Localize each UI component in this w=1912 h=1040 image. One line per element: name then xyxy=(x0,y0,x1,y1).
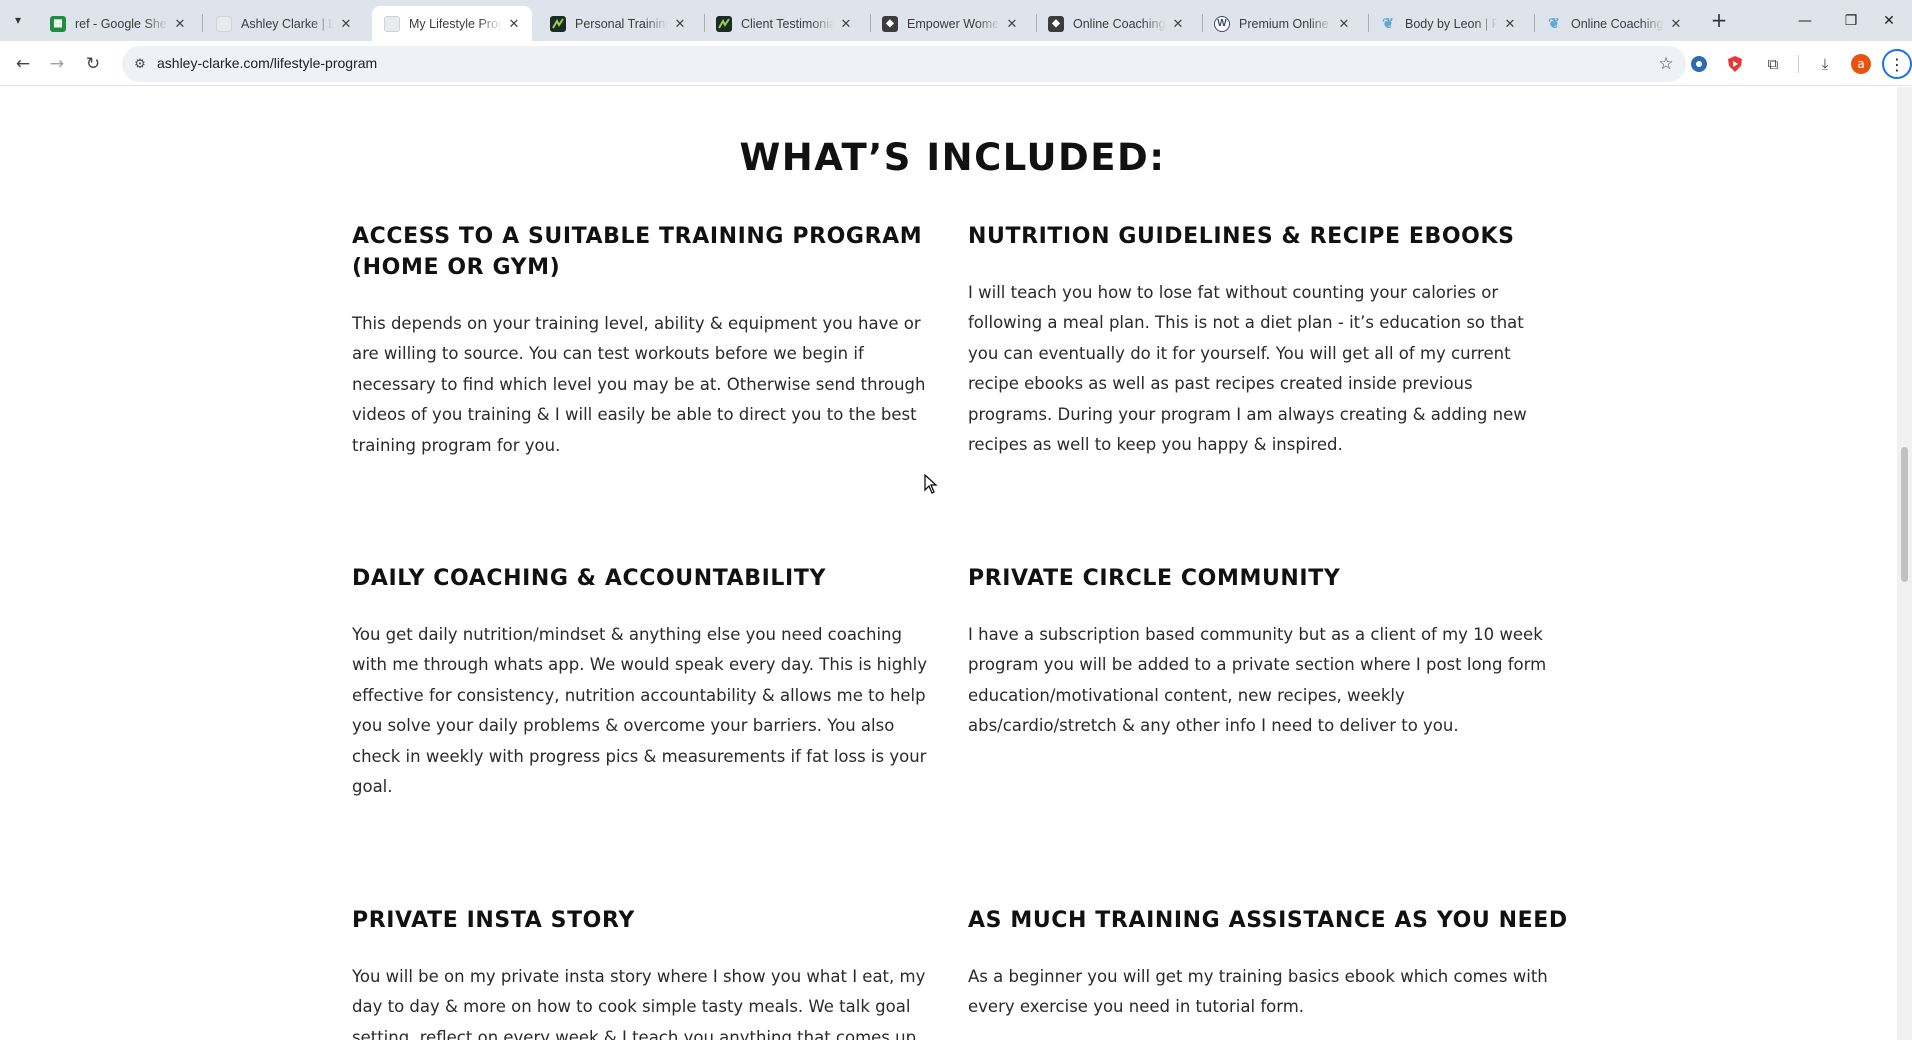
feature-nutrition-guidelines: NUTRITION GUIDELINES & RECIPE EBOOKS I w… xyxy=(968,221,1558,460)
tab-client-testimonials[interactable]: Client Testimonials ✕ xyxy=(704,6,864,41)
feature-daily-coaching: DAILY COACHING & ACCOUNTABILITY You get … xyxy=(352,563,942,802)
tab-title: My Lifestyle Program xyxy=(409,16,502,31)
tab-my-lifestyle-program[interactable]: My Lifestyle Program ✕ xyxy=(372,6,532,41)
reload-button[interactable]: ↻ xyxy=(78,49,108,79)
extensions-puzzle-icon[interactable]: ⧉ xyxy=(1760,51,1786,77)
close-icon[interactable]: ✕ xyxy=(1336,16,1352,32)
close-icon[interactable]: ✕ xyxy=(1502,16,1518,32)
sheets-icon: ▦ xyxy=(50,15,66,32)
tab-empower-women[interactable]: ◆ Empower Women ✕ xyxy=(870,6,1030,41)
feature-title: AS MUCH TRAINING ASSISTANCE AS YOU NEED xyxy=(968,908,1568,933)
profile-avatar[interactable]: a xyxy=(1848,51,1874,77)
minimize-button[interactable]: — xyxy=(1782,0,1828,41)
feature-body: I have a subscription based community bu… xyxy=(968,625,1547,736)
feather-icon: ❦ xyxy=(1548,15,1560,31)
tab-title: Online Coaching xyxy=(1571,16,1664,31)
close-icon[interactable]: ✕ xyxy=(1170,16,1186,32)
site-info-icon[interactable]: ⚙ xyxy=(130,54,150,74)
cube-icon: ◆ xyxy=(882,15,898,32)
tab-body-by-leon[interactable]: ❦ Body by Leon | Pe ✕ xyxy=(1368,6,1528,41)
tab-title: Ashley Clarke | Lifestyle xyxy=(241,16,334,31)
tab-premium-online[interactable]: W Premium Online P ✕ xyxy=(1202,6,1362,41)
extension-compass-icon[interactable] xyxy=(1686,51,1712,77)
feature-body: I will teach you how to lose fat without… xyxy=(968,283,1527,455)
bookmark-star-icon[interactable]: ☆ xyxy=(1654,52,1678,76)
close-icon[interactable]: ✕ xyxy=(338,16,354,32)
url-text[interactable]: ashley-clarke.com/lifestyle-program xyxy=(157,55,377,71)
feature-body: You will be on my private insta story wh… xyxy=(352,967,926,1040)
browser-toolbar: ← → ↻ ⚙ ashley-clarke.com/lifestyle-prog… xyxy=(0,41,1912,86)
wordpress-icon: W xyxy=(1214,15,1230,32)
close-icon[interactable]: ✕ xyxy=(1004,16,1020,32)
feature-private-community: PRIVATE CIRCLE COMMUNITY I have a subscr… xyxy=(968,563,1558,742)
feature-body: You get daily nutrition/mindset & anythi… xyxy=(352,625,928,797)
feather-icon: ❦ xyxy=(1382,15,1394,31)
feature-body: This depends on your training level, abi… xyxy=(352,314,926,455)
extension-shield-icon[interactable] xyxy=(1722,51,1748,77)
tab-online-coaching[interactable]: ◆ Online Coaching ✕ xyxy=(1036,6,1196,41)
close-icon[interactable]: ✕ xyxy=(172,16,188,32)
tab-title: Premium Online P xyxy=(1239,16,1332,31)
tab-title: Online Coaching xyxy=(1073,16,1166,31)
tab-title: Personal Training xyxy=(575,16,668,31)
section-heading: WHAT’S INCLUDED: xyxy=(739,136,1166,179)
tab-title: Client Testimonials xyxy=(741,16,834,31)
tab-separator xyxy=(202,14,203,32)
cube-icon: ◆ xyxy=(1048,15,1064,32)
new-tab-button[interactable]: + xyxy=(1705,8,1733,32)
tab-title: Body by Leon | Pe xyxy=(1405,16,1498,31)
close-icon[interactable]: ✕ xyxy=(506,16,522,32)
back-button[interactable]: ← xyxy=(8,49,38,79)
tab-title: ref - Google Sheets xyxy=(75,16,168,31)
forward-button[interactable]: → xyxy=(42,49,72,79)
feature-title: PRIVATE INSTA STORY xyxy=(352,908,635,933)
zigzag-icon xyxy=(716,15,732,32)
scrollbar-thumb[interactable] xyxy=(1901,447,1908,582)
feature-title: PRIVATE CIRCLE COMMUNITY xyxy=(968,566,1341,591)
feature-title: DAILY COACHING & ACCOUNTABILITY xyxy=(352,566,826,591)
menu-dots-icon[interactable]: ⋮ xyxy=(1882,49,1912,79)
close-icon[interactable]: ✕ xyxy=(672,16,688,32)
tab-google-sheets[interactable]: ▦ ref - Google Sheets ✕ xyxy=(38,6,198,41)
close-icon[interactable]: ✕ xyxy=(1668,16,1684,32)
toolbar-separator xyxy=(1798,55,1799,73)
page-icon xyxy=(384,15,400,32)
tab-strip: ▾ ▦ ref - Google Sheets ✕ Ashley Clarke … xyxy=(0,0,1912,41)
page-viewport: WHAT’S INCLUDED: ACCESS TO A SUITABLE TR… xyxy=(0,87,1912,1040)
profile-initial: a xyxy=(1851,54,1871,74)
tab-search-chevron-icon[interactable]: ▾ xyxy=(6,9,30,31)
page-icon xyxy=(216,15,232,32)
feature-training-assistance: AS MUCH TRAINING ASSISTANCE AS YOU NEED … xyxy=(968,905,1578,1023)
feature-training-program: ACCESS TO A SUITABLE TRAINING PROGRAM (H… xyxy=(352,221,942,461)
tab-personal-training[interactable]: Personal Training ✕ xyxy=(538,6,698,41)
tab-ashley-clarke[interactable]: Ashley Clarke | Lifestyle ✕ xyxy=(204,6,364,41)
close-window-button[interactable]: ✕ xyxy=(1866,0,1912,41)
address-bar[interactable]: ⚙ ashley-clarke.com/lifestyle-program ☆ xyxy=(122,46,1686,82)
zigzag-icon xyxy=(550,15,566,32)
download-icon[interactable]: ⤓ xyxy=(1812,51,1838,77)
tab-online-coaching-2[interactable]: ❦ Online Coaching ✕ xyxy=(1534,6,1694,41)
close-icon[interactable]: ✕ xyxy=(838,16,854,32)
feature-title: ACCESS TO A SUITABLE TRAINING PROGRAM (H… xyxy=(352,224,923,280)
page-scrollbar[interactable] xyxy=(1897,87,1912,1040)
tab-title: Empower Women xyxy=(907,16,1000,31)
feature-title: NUTRITION GUIDELINES & RECIPE EBOOKS xyxy=(968,224,1515,249)
feature-body: As a beginner you will get my training b… xyxy=(968,967,1548,1017)
feature-private-insta-story: PRIVATE INSTA STORY You will be on my pr… xyxy=(352,905,942,1040)
